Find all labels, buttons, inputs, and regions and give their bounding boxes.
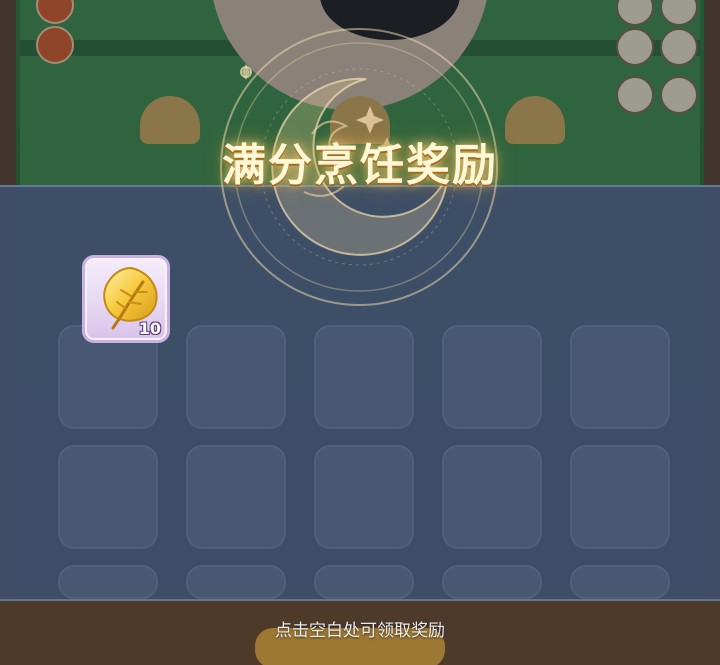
reward-quantity: 10 [138,319,161,338]
dish-card-placeholder [186,565,286,599]
dish-card-placeholder [442,445,542,549]
dish-card-placeholder [58,565,158,599]
reward-item[interactable]: 10 [82,255,170,343]
dismiss-hint: 点击空白处可领取奖励 [275,621,445,641]
dish-card-placeholder [58,445,158,549]
dish-card-placeholder [570,325,670,429]
dish-card-placeholder [314,325,414,429]
dish-card-placeholder [314,445,414,549]
dish-card-placeholder [314,565,414,599]
dish-card-placeholder [570,445,670,549]
dish-card-placeholder [442,565,542,599]
dish-card-placeholder [442,325,542,429]
dish-card-placeholder [570,565,670,599]
popup-title: 满分烹饪奖励 [222,140,498,191]
dish-card-placeholder [186,325,286,429]
dish-card-placeholder [186,445,286,549]
